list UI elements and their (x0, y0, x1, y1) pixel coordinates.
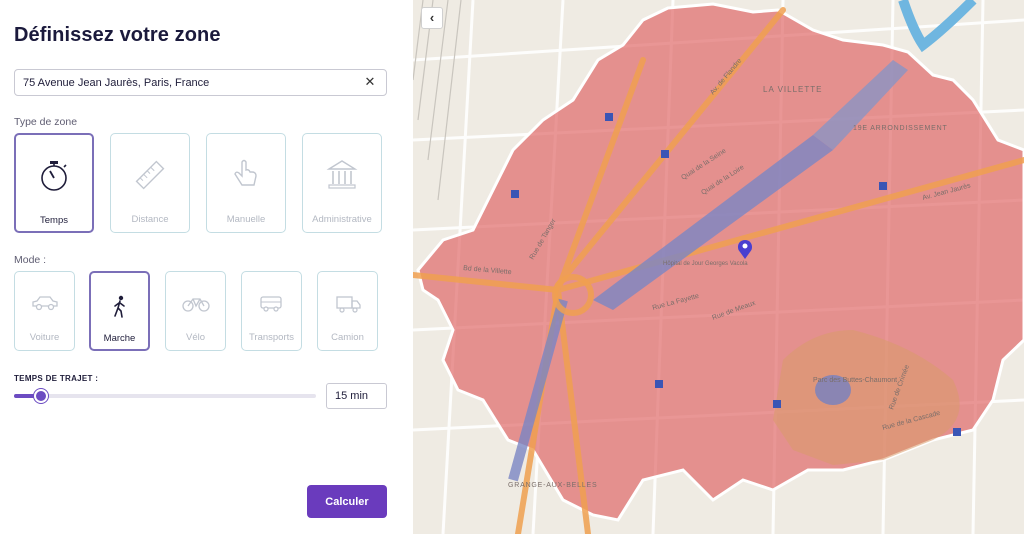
label-arrondissement: 19E ARRONDISSEMENT (853, 125, 948, 132)
label-park: Parc des Buttes-Chaumont (813, 377, 897, 384)
slider-thumb[interactable] (34, 389, 49, 403)
mode-label-text: Vélo (185, 332, 205, 343)
mode-label-text: Voiture (29, 332, 60, 343)
car-icon (15, 294, 74, 312)
zone-type-manual[interactable]: Manuelle (206, 133, 286, 233)
address-field[interactable]: ✕ (14, 69, 387, 96)
zone-settings-panel: Définissez votre zone ✕ Type de zone Tem… (0, 0, 413, 534)
zone-type-label-text: Manuelle (226, 214, 266, 225)
mode-car[interactable]: Voiture (14, 271, 75, 351)
truck-icon (318, 294, 377, 314)
travel-time-input[interactable]: 15 min (326, 383, 387, 409)
ruler-icon (111, 158, 189, 192)
mode-label: Mode : (14, 254, 47, 266)
mode-truck[interactable]: Camion (317, 271, 378, 351)
mode-label-text: Transports (248, 332, 295, 343)
zone-type-administrative[interactable]: Administrative (302, 133, 382, 233)
chevron-left-icon[interactable]: ‹ (421, 7, 443, 29)
address-input[interactable] (23, 70, 353, 95)
calculate-button[interactable]: Calculer (307, 485, 387, 518)
map-view[interactable]: LA VILLETTE 19E ARRONDISSEMENT GRANGE-AU… (413, 0, 1024, 534)
panel-title: Définissez votre zone (14, 24, 221, 46)
mode-bike[interactable]: Vélo (165, 271, 226, 351)
bus-icon (242, 294, 301, 312)
zone-type-label-text: Distance (131, 214, 169, 225)
zone-type-distance[interactable]: Distance (110, 133, 190, 233)
bicycle-icon (166, 294, 225, 312)
close-icon[interactable]: ✕ (363, 75, 377, 89)
label-hopital: Hôpital de Jour Georges Vacola (663, 261, 748, 267)
hand-pointer-icon (207, 158, 285, 192)
zone-type-label-text: Administrative (312, 214, 372, 225)
map-canvas[interactable]: LA VILLETTE 19E ARRONDISSEMENT GRANGE-AU… (413, 0, 1024, 534)
travel-time-slider[interactable] (14, 389, 316, 403)
label-la-villette: LA VILLETTE (763, 85, 822, 94)
government-building-icon (303, 158, 381, 192)
mode-transit[interactable]: Transports (241, 271, 302, 351)
mode-label-text: Camion (331, 332, 364, 343)
zone-type-time[interactable]: Temps (14, 133, 94, 233)
mode-walk[interactable]: Marche (89, 271, 150, 351)
slider-track (14, 394, 316, 398)
label-grange-aux-belles: GRANGE-AUX-BELLES (508, 482, 597, 489)
walking-person-icon (91, 295, 148, 319)
zone-type-label-text: Temps (40, 215, 68, 226)
stopwatch-icon (16, 159, 92, 193)
travel-time-label: TEMPS DE TRAJET : (14, 374, 99, 383)
mode-label-text: Marche (103, 333, 136, 344)
zone-type-label: Type de zone (14, 116, 78, 128)
